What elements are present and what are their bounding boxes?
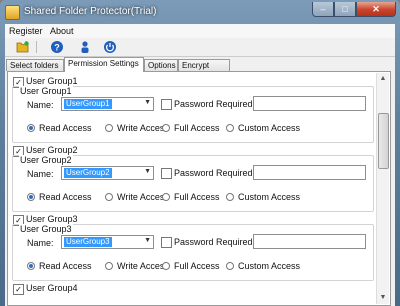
menu-about[interactable]: About xyxy=(50,26,74,36)
group-name-combo[interactable]: UserGroup3 ▼ xyxy=(61,235,154,249)
user-icon[interactable] xyxy=(78,40,92,54)
write-access-radio[interactable] xyxy=(105,124,113,132)
title-bar[interactable]: Shared Folder Protector(Trial) – □ ✕ xyxy=(0,0,400,24)
group-title: User Group4 xyxy=(26,283,78,293)
chevron-down-icon[interactable]: ▼ xyxy=(144,168,151,175)
group-name-value: UserGroup2 xyxy=(64,168,112,178)
full-access-label: Full Access xyxy=(174,192,220,202)
permission-settings-panel: ✓ User Group1 User Group1 Name: UserGrou… xyxy=(7,71,391,306)
password-required-checkbox[interactable] xyxy=(161,99,172,110)
name-label: Name: xyxy=(27,169,54,179)
group-name-value: UserGroup3 xyxy=(64,237,112,247)
read-access-label: Read Access xyxy=(39,123,92,133)
custom-access-radio[interactable] xyxy=(226,262,234,270)
window-title: Shared Folder Protector(Trial) xyxy=(24,6,157,17)
custom-access-label: Custom Access xyxy=(238,123,301,133)
close-button[interactable]: ✕ xyxy=(356,2,396,17)
tab-options[interactable]: Options xyxy=(144,59,178,71)
password-required-label: Password Required xyxy=(174,99,253,109)
group-title: User Group2 xyxy=(26,145,78,155)
full-access-radio[interactable] xyxy=(162,193,170,201)
scroll-up-icon[interactable]: ▲ xyxy=(377,73,389,85)
tab-select-folders[interactable]: Select folders xyxy=(6,59,64,71)
group-title: User Group1 xyxy=(26,76,78,86)
user-group-section: ✓ User Group4 xyxy=(12,282,374,302)
tab-strip: Select folders Permission Settings Optio… xyxy=(5,57,395,82)
read-access-label: Read Access xyxy=(39,261,92,271)
minimize-button[interactable]: – xyxy=(312,2,334,17)
maximize-button[interactable]: □ xyxy=(334,2,356,17)
toolbar: ? xyxy=(5,38,395,57)
svg-text:?: ? xyxy=(54,42,60,52)
write-access-radio[interactable] xyxy=(105,193,113,201)
menu-register[interactable]: Register xyxy=(9,26,43,36)
group-legend: User Group1 xyxy=(19,86,73,96)
scroll-down-icon[interactable]: ▼ xyxy=(377,292,389,304)
read-access-radio[interactable] xyxy=(27,124,35,132)
password-input[interactable] xyxy=(253,234,366,249)
group-legend: User Group2 xyxy=(19,155,73,165)
custom-access-radio[interactable] xyxy=(226,193,234,201)
password-required-checkbox[interactable] xyxy=(161,168,172,179)
write-access-radio[interactable] xyxy=(105,262,113,270)
window-controls: – □ ✕ xyxy=(312,2,396,18)
password-required-checkbox[interactable] xyxy=(161,237,172,248)
name-label: Name: xyxy=(27,100,54,110)
user-group-section: ✓ User Group1 User Group1 Name: UserGrou… xyxy=(12,75,374,143)
user-group-section: ✓ User Group2 User Group2 Name: UserGrou… xyxy=(12,144,374,212)
group-legend: User Group3 xyxy=(19,224,73,234)
client-area: Register About ? Select folders Permissi… xyxy=(5,24,395,306)
folder-open-icon[interactable] xyxy=(16,40,30,54)
group-title: User Group3 xyxy=(26,214,78,224)
custom-access-label: Custom Access xyxy=(238,192,301,202)
power-icon[interactable] xyxy=(103,40,117,54)
group-fieldset: User Group1 Name: UserGroup1 ▼ Password … xyxy=(12,86,374,143)
read-access-radio[interactable] xyxy=(27,193,35,201)
group-name-value: UserGroup1 xyxy=(64,99,112,109)
user-group-section: ✓ User Group3 User Group3 Name: UserGrou… xyxy=(12,213,374,281)
group-name-combo[interactable]: UserGroup2 ▼ xyxy=(61,166,154,180)
password-input[interactable] xyxy=(253,96,366,111)
group-fieldset: User Group3 Name: UserGroup3 ▼ Password … xyxy=(12,224,374,281)
password-required-label: Password Required xyxy=(174,237,253,247)
name-label: Name: xyxy=(27,238,54,248)
custom-access-label: Custom Access xyxy=(238,261,301,271)
toolbar-separator xyxy=(36,41,37,53)
full-access-radio[interactable] xyxy=(162,262,170,270)
custom-access-radio[interactable] xyxy=(226,124,234,132)
group-name-combo[interactable]: UserGroup1 ▼ xyxy=(61,97,154,111)
chevron-down-icon[interactable]: ▼ xyxy=(144,99,151,106)
group-enable-checkbox[interactable]: ✓ xyxy=(13,284,24,295)
password-input[interactable] xyxy=(253,165,366,180)
help-icon[interactable]: ? xyxy=(50,40,64,54)
menu-bar: Register About xyxy=(5,24,395,39)
chevron-down-icon[interactable]: ▼ xyxy=(144,237,151,244)
password-required-label: Password Required xyxy=(174,168,253,178)
read-access-radio[interactable] xyxy=(27,262,35,270)
tab-encrypt-now[interactable]: Encrypt Now xyxy=(178,59,230,82)
full-access-radio[interactable] xyxy=(162,124,170,132)
app-window: Shared Folder Protector(Trial) – □ ✕ Reg… xyxy=(0,0,400,306)
app-icon xyxy=(5,5,20,20)
group-fieldset: User Group2 Name: UserGroup2 ▼ Password … xyxy=(12,155,374,212)
vertical-scrollbar[interactable]: ▲ ▼ xyxy=(376,73,389,304)
full-access-label: Full Access xyxy=(174,123,220,133)
scroll-thumb[interactable] xyxy=(378,113,389,169)
full-access-label: Full Access xyxy=(174,261,220,271)
tab-permission-settings[interactable]: Permission Settings xyxy=(64,57,144,72)
read-access-label: Read Access xyxy=(39,192,92,202)
